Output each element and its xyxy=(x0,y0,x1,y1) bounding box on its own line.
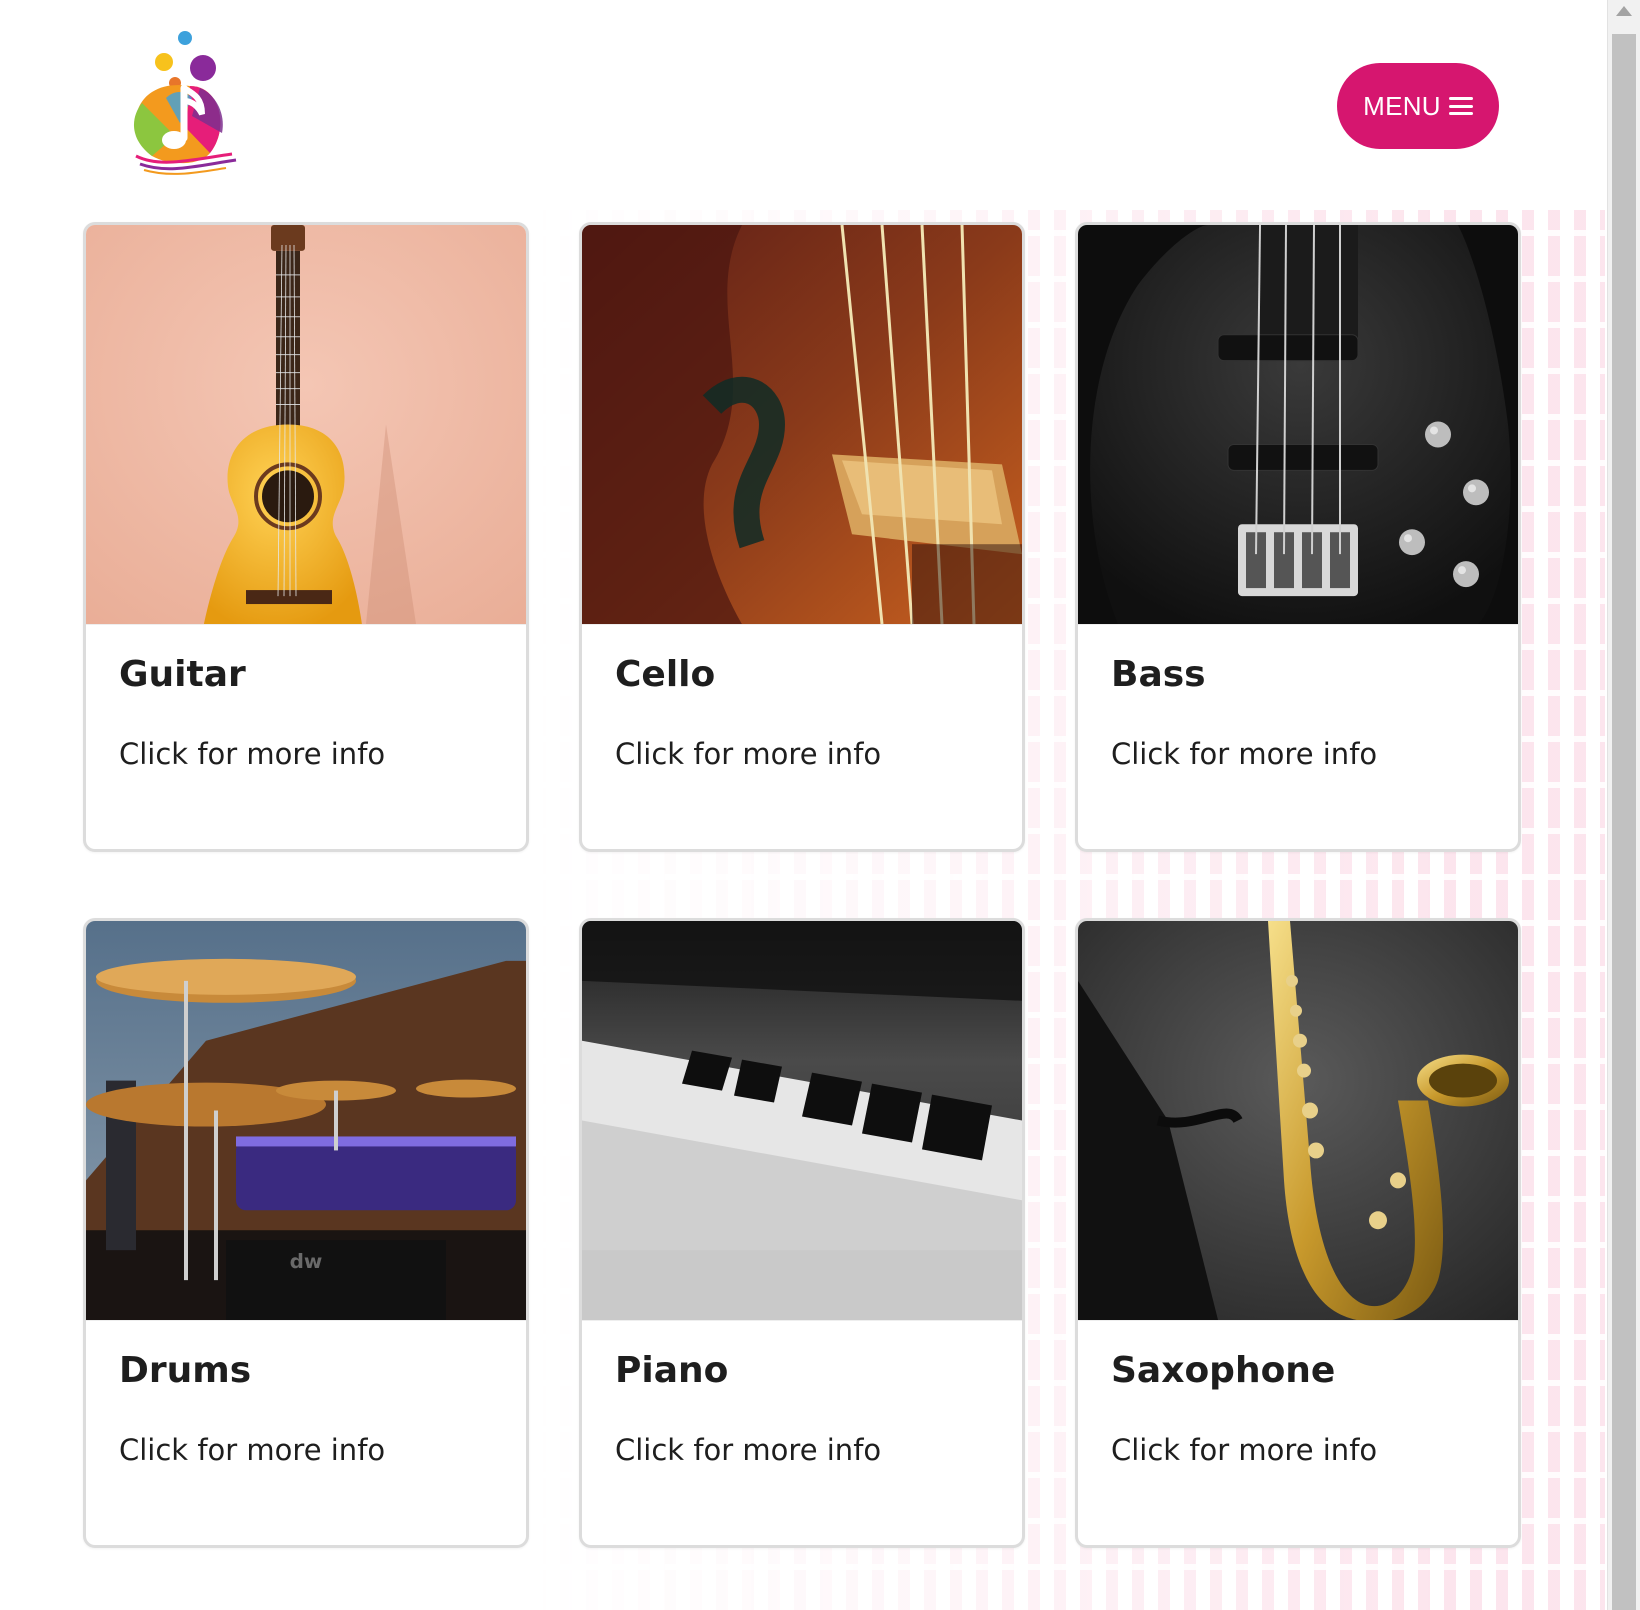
instrument-card-cello[interactable]: Cello Click for more info xyxy=(579,222,1025,852)
scroll-up-arrow-icon[interactable] xyxy=(1616,6,1632,16)
card-subtitle: Click for more info xyxy=(1111,1432,1378,1467)
card-subtitle: Click for more info xyxy=(119,1432,386,1467)
bass-guitar-photo xyxy=(1078,225,1518,625)
card-subtitle: Click for more info xyxy=(615,1432,882,1467)
instrument-card-bass[interactable]: Bass Click for more info xyxy=(1075,222,1521,852)
card-title: Bass xyxy=(1111,654,1206,695)
card-title: Saxophone xyxy=(1111,1350,1336,1391)
menu-button-label: MENU xyxy=(1363,90,1441,121)
cello-photo xyxy=(582,225,1022,625)
card-title: Piano xyxy=(615,1350,729,1391)
site-logo[interactable] xyxy=(130,28,245,178)
card-subtitle: Click for more info xyxy=(615,736,882,771)
saxophone-photo xyxy=(1078,921,1518,1321)
hamburger-icon xyxy=(1448,97,1473,115)
acoustic-guitar-photo xyxy=(86,225,526,625)
card-subtitle: Click for more info xyxy=(1111,736,1378,771)
svg-text:dw: dw xyxy=(290,1249,323,1273)
card-title: Guitar xyxy=(119,654,246,695)
instrument-card-drums[interactable]: dw Drums Click for more info xyxy=(83,918,529,1548)
scrollbar-thumb[interactable] xyxy=(1612,34,1636,1610)
drum-kit-photo: dw xyxy=(86,921,526,1321)
menu-button[interactable]: MENU xyxy=(1337,63,1499,149)
instrument-card-guitar[interactable]: Guitar Click for more info xyxy=(83,222,529,852)
instrument-card-piano[interactable]: Piano Click for more info xyxy=(579,918,1025,1548)
vertical-scrollbar[interactable] xyxy=(1607,0,1640,1610)
card-subtitle: Click for more info xyxy=(119,736,386,771)
instrument-grid: Guitar Click for more info Cello Click f… xyxy=(83,222,1523,1548)
instrument-card-saxophone[interactable]: Saxophone Click for more info xyxy=(1075,918,1521,1548)
piano-keys-photo xyxy=(582,921,1022,1321)
music-note-logo-icon xyxy=(133,31,237,175)
card-title: Drums xyxy=(119,1350,252,1391)
card-title: Cello xyxy=(615,654,716,695)
